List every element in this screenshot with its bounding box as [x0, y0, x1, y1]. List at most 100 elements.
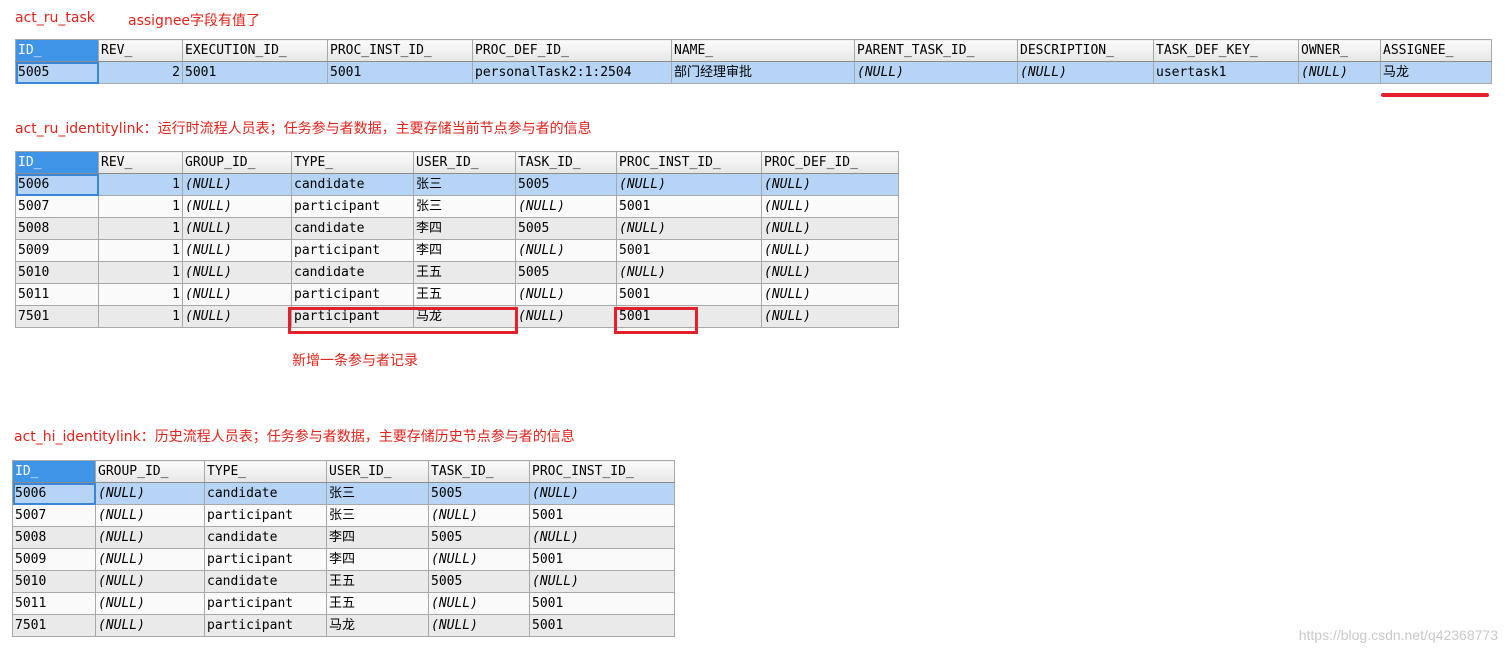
table-row[interactable]: 5011 1 (NULL) participant 王五 (NULL) 5001 (NULL): [15, 283, 899, 306]
cell-task-id[interactable]: (NULL): [428, 548, 530, 571]
table-row[interactable]: 5009 1 (NULL) participant 李四 (NULL) 5001 (NULL): [15, 239, 899, 262]
cell-id[interactable]: 5006: [12, 482, 96, 505]
cell-id[interactable]: 5010: [12, 570, 96, 593]
cell-proc-inst-id[interactable]: 5001: [327, 61, 473, 84]
cell-rev[interactable]: 1: [98, 195, 183, 218]
cell-id[interactable]: 5011: [15, 283, 99, 306]
cell-id[interactable]: 5007: [12, 504, 96, 527]
cell-id[interactable]: 5005: [15, 61, 99, 84]
cell-id[interactable]: 5010: [15, 261, 99, 284]
cell-proc-inst-id[interactable]: 5001: [616, 283, 762, 306]
cell-proc-def-id[interactable]: (NULL): [761, 261, 899, 284]
column-header-parent-task-id[interactable]: PARENT_TASK_ID_: [854, 39, 1018, 62]
cell-task-id[interactable]: 5005: [428, 570, 530, 593]
cell-id[interactable]: 5009: [12, 548, 96, 571]
cell-user-id[interactable]: 李四: [413, 217, 516, 240]
cell-proc-inst-id[interactable]: (NULL): [529, 482, 675, 505]
column-header-type[interactable]: TYPE_: [291, 151, 414, 174]
table-row[interactable]: 5008 1 (NULL) candidate 李四 5005 (NULL) (NULL): [15, 217, 899, 240]
cell-proc-inst-id[interactable]: (NULL): [616, 217, 762, 240]
column-header-owner[interactable]: OWNER_: [1298, 39, 1381, 62]
column-header-proc-inst-id[interactable]: PROC_INST_ID_: [327, 39, 473, 62]
cell-group-id[interactable]: (NULL): [182, 217, 292, 240]
cell-group-id[interactable]: (NULL): [182, 261, 292, 284]
cell-rev[interactable]: 1: [98, 173, 183, 196]
column-header-id[interactable]: ID_: [15, 39, 99, 62]
cell-proc-inst-id[interactable]: (NULL): [616, 261, 762, 284]
cell-proc-def-id[interactable]: (NULL): [761, 173, 899, 196]
column-header-name[interactable]: NAME_: [671, 39, 855, 62]
cell-id[interactable]: 7501: [12, 614, 96, 637]
table-row[interactable]: 5011 (NULL) participant 王五 (NULL) 5001: [12, 592, 675, 615]
cell-proc-def-id[interactable]: personalTask2:1:2504: [472, 61, 672, 84]
column-header-execution-id[interactable]: EXECUTION_ID_: [182, 39, 328, 62]
column-header-group-id[interactable]: GROUP_ID_: [95, 460, 205, 483]
cell-proc-inst-id[interactable]: (NULL): [529, 570, 675, 593]
cell-type[interactable]: participant: [291, 239, 414, 262]
cell-group-id[interactable]: (NULL): [182, 195, 292, 218]
table-row[interactable]: 5005 2 5001 5001 personalTask2:1:2504 部门…: [15, 61, 1492, 84]
cell-task-id[interactable]: (NULL): [515, 239, 617, 262]
cell-type[interactable]: candidate: [291, 261, 414, 284]
cell-type[interactable]: candidate: [204, 526, 327, 549]
cell-proc-inst-id[interactable]: 5001: [616, 239, 762, 262]
cell-type[interactable]: participant: [291, 283, 414, 306]
cell-task-id[interactable]: 5005: [515, 261, 617, 284]
cell-proc-inst-id[interactable]: 5001: [529, 504, 675, 527]
cell-user-id[interactable]: 王五: [413, 261, 516, 284]
cell-group-id[interactable]: (NULL): [182, 173, 292, 196]
column-header-task-id[interactable]: TASK_ID_: [515, 151, 617, 174]
cell-proc-def-id[interactable]: (NULL): [761, 217, 899, 240]
column-header-rev[interactable]: REV_: [98, 151, 183, 174]
cell-group-id[interactable]: (NULL): [182, 239, 292, 262]
cell-group-id[interactable]: (NULL): [182, 305, 292, 328]
column-header-proc-def-id[interactable]: PROC_DEF_ID_: [761, 151, 899, 174]
cell-task-id[interactable]: 5005: [428, 482, 530, 505]
cell-user-id[interactable]: 李四: [413, 239, 516, 262]
cell-id[interactable]: 5008: [12, 526, 96, 549]
cell-rev[interactable]: 1: [98, 239, 183, 262]
cell-user-id[interactable]: 李四: [326, 526, 429, 549]
column-header-id[interactable]: ID_: [15, 151, 99, 174]
cell-id[interactable]: 5007: [15, 195, 99, 218]
cell-user-id[interactable]: 张三: [413, 173, 516, 196]
cell-type[interactable]: participant: [204, 504, 327, 527]
cell-group-id[interactable]: (NULL): [95, 548, 205, 571]
table-row[interactable]: 7501 (NULL) participant 马龙 (NULL) 5001: [12, 614, 675, 637]
cell-type[interactable]: candidate: [291, 173, 414, 196]
cell-type[interactable]: candidate: [204, 570, 327, 593]
cell-group-id[interactable]: (NULL): [95, 592, 205, 615]
cell-proc-inst-id[interactable]: (NULL): [529, 526, 675, 549]
cell-rev[interactable]: 1: [98, 305, 183, 328]
cell-type[interactable]: candidate: [204, 482, 327, 505]
cell-group-id[interactable]: (NULL): [95, 504, 205, 527]
cell-task-id[interactable]: (NULL): [515, 195, 617, 218]
cell-parent-task-id[interactable]: (NULL): [854, 61, 1018, 84]
cell-group-id[interactable]: (NULL): [95, 482, 205, 505]
cell-user-id[interactable]: 张三: [326, 482, 429, 505]
column-header-description[interactable]: DESCRIPTION_: [1017, 39, 1154, 62]
cell-task-id[interactable]: (NULL): [428, 504, 530, 527]
column-header-task-def-key[interactable]: TASK_DEF_KEY_: [1153, 39, 1299, 62]
cell-proc-def-id[interactable]: (NULL): [761, 195, 899, 218]
cell-group-id[interactable]: (NULL): [95, 614, 205, 637]
cell-type[interactable]: participant: [204, 592, 327, 615]
cell-assignee[interactable]: 马龙: [1380, 61, 1492, 84]
column-header-assignee[interactable]: ASSIGNEE_: [1380, 39, 1492, 62]
cell-type[interactable]: participant: [204, 614, 327, 637]
cell-task-id[interactable]: 5005: [515, 217, 617, 240]
column-header-task-id[interactable]: TASK_ID_: [428, 460, 530, 483]
table-row[interactable]: 5007 1 (NULL) participant 张三 (NULL) 5001 (NULL): [15, 195, 899, 218]
cell-proc-def-id[interactable]: (NULL): [761, 283, 899, 306]
cell-group-id[interactable]: (NULL): [182, 283, 292, 306]
column-header-proc-inst-id[interactable]: PROC_INST_ID_: [529, 460, 675, 483]
cell-group-id[interactable]: (NULL): [95, 570, 205, 593]
cell-proc-inst-id[interactable]: (NULL): [616, 173, 762, 196]
cell-description[interactable]: (NULL): [1017, 61, 1154, 84]
cell-task-id[interactable]: 5005: [515, 173, 617, 196]
cell-user-id[interactable]: 王五: [326, 570, 429, 593]
cell-execution-id[interactable]: 5001: [182, 61, 328, 84]
cell-user-id[interactable]: 王五: [326, 592, 429, 615]
table-row[interactable]: 5006 1 (NULL) candidate 张三 5005 (NULL) (NULL): [15, 173, 899, 196]
cell-proc-inst-id[interactable]: 5001: [616, 195, 762, 218]
